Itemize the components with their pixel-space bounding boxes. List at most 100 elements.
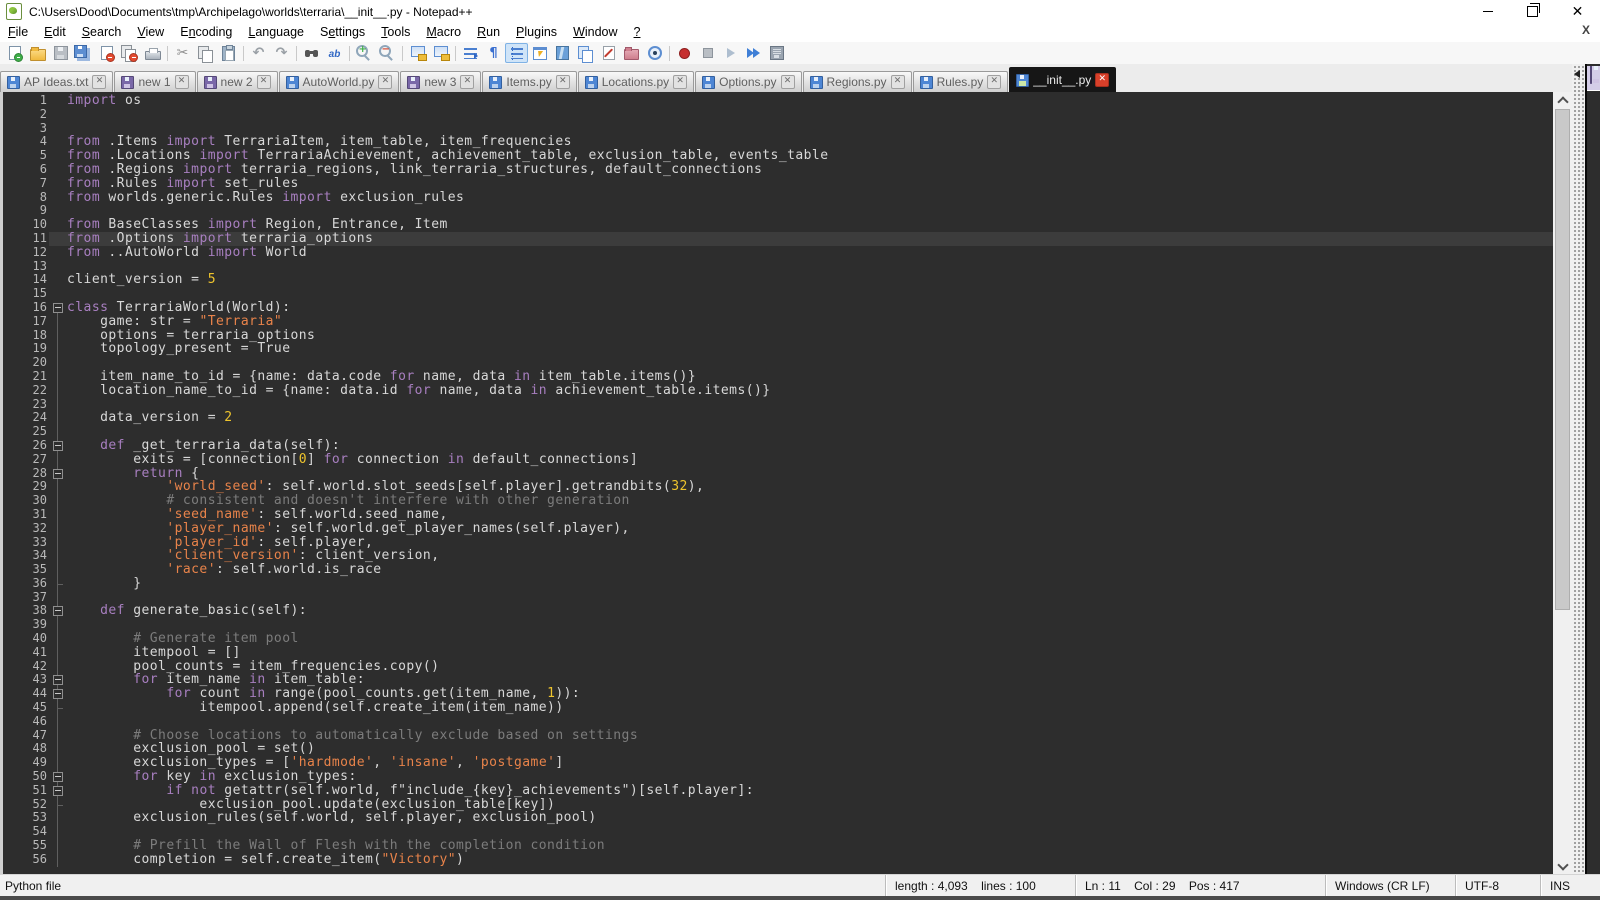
document-map-button[interactable]	[551, 43, 574, 63]
code-line[interactable]: 9	[3, 204, 1553, 218]
code-line[interactable]: 3	[3, 122, 1553, 136]
word-wrap-button[interactable]	[459, 43, 482, 63]
fold-collapse-icon[interactable]	[53, 772, 63, 782]
replace-button[interactable]	[323, 43, 346, 63]
cut-button[interactable]	[171, 43, 194, 63]
code-line[interactable]: 4from .Items import TerrariaItem, item_t…	[3, 135, 1553, 149]
code-line[interactable]: 38 def generate_basic(self):	[3, 604, 1553, 618]
code-line[interactable]: 18 options = terraria_options	[3, 329, 1553, 343]
show-indent-guide-button[interactable]	[505, 43, 528, 63]
tab-close-icon[interactable]: ✕	[556, 75, 570, 89]
tab-rules-py[interactable]: Rules.py✕	[913, 71, 1009, 92]
code-line[interactable]: 6from .Regions import terraria_regions, …	[3, 163, 1553, 177]
show-all-characters-button[interactable]	[482, 43, 505, 63]
fold-margin[interactable]	[49, 439, 67, 453]
fold-collapse-icon[interactable]	[53, 689, 63, 699]
minimize-button[interactable]	[1465, 0, 1510, 23]
code-line[interactable]: 5from .Locations import TerrariaAchievem…	[3, 149, 1553, 163]
menu-item-?[interactable]: ?	[626, 23, 649, 42]
menu-item-plugins[interactable]: Plugins	[508, 23, 565, 42]
close-file-button[interactable]	[95, 43, 118, 63]
scroll-down-icon[interactable]	[1553, 858, 1572, 875]
code-line[interactable]: 21 item_name_to_id = {name: data.code fo…	[3, 370, 1553, 384]
code-line[interactable]: 2	[3, 108, 1553, 122]
view-splitter[interactable]	[1572, 64, 1585, 896]
code-line[interactable]: 25	[3, 425, 1553, 439]
tab-new-3[interactable]: new 3✕	[400, 71, 481, 92]
close-button[interactable]: ✕	[1555, 0, 1600, 23]
code-line[interactable]: 47 # Choose locations to automatically e…	[3, 729, 1553, 743]
code-line[interactable]: 52 exclusion_pool.update(exclusion_table…	[3, 798, 1553, 812]
code-line[interactable]: 48 exclusion_pool = set()	[3, 742, 1553, 756]
tab-close-icon[interactable]: ✕	[378, 75, 392, 89]
fold-collapse-icon[interactable]	[53, 303, 63, 313]
code-line[interactable]: 8from worlds.generic.Rules import exclus…	[3, 191, 1553, 205]
save-all-button[interactable]	[72, 43, 95, 63]
fold-margin[interactable]	[49, 301, 67, 315]
copy-button[interactable]	[194, 43, 217, 63]
fold-margin[interactable]	[49, 673, 67, 687]
code-line[interactable]: 55 # Prefill the Wall of Flesh with the …	[3, 839, 1553, 853]
code-line[interactable]: 17 game: str = "Terraria"	[3, 315, 1553, 329]
sync-vertical-scroll-button[interactable]	[406, 43, 429, 63]
tab-close-icon[interactable]: ✕	[460, 75, 474, 89]
document-list-button[interactable]	[574, 43, 597, 63]
close-document-icon[interactable]: X	[1582, 23, 1590, 37]
undo-button[interactable]	[247, 43, 270, 63]
tab-regions-py[interactable]: Regions.py✕	[803, 71, 912, 92]
status-cursor-position[interactable]: Ln : 11 Col : 29 Pos : 417	[1075, 875, 1325, 896]
fold-collapse-icon[interactable]	[53, 786, 63, 796]
fold-margin[interactable]	[49, 784, 67, 798]
editor[interactable]: 1import os2 3 4from .Items import Terrar…	[0, 92, 1553, 875]
tab-ap-ideas-txt[interactable]: AP Ideas.txt✕	[0, 71, 113, 92]
tab-close-icon[interactable]: ✕	[673, 75, 687, 89]
status-eol-format[interactable]: Windows (CR LF)	[1325, 875, 1455, 896]
print-button[interactable]	[141, 43, 164, 63]
fold-margin[interactable]	[49, 467, 67, 481]
tab-new-2[interactable]: new 2✕	[197, 71, 278, 92]
code-line[interactable]: 29 'world_seed': self.world.slot_seeds[s…	[3, 480, 1553, 494]
menu-item-window[interactable]: Window	[565, 23, 625, 42]
find-button[interactable]	[300, 43, 323, 63]
code-line[interactable]: 44 for count in range(pool_counts.get(it…	[3, 687, 1553, 701]
fold-collapse-icon[interactable]	[53, 675, 63, 685]
splitter-collapse-left-icon[interactable]	[1574, 70, 1580, 78]
fold-collapse-icon[interactable]	[53, 469, 63, 479]
code-line[interactable]: 36 }	[3, 577, 1553, 591]
fold-margin[interactable]	[49, 604, 67, 618]
zoom-in-button[interactable]	[353, 43, 376, 63]
tab-close-icon[interactable]: ✕	[987, 75, 1001, 89]
code-line[interactable]: 7from .Rules import set_rules	[3, 177, 1553, 191]
document-edit-button[interactable]	[597, 43, 620, 63]
run-macro-multiple-button[interactable]	[742, 43, 765, 63]
code-line[interactable]: 31 'seed_name': self.world.seed_name,	[3, 508, 1553, 522]
record-macro-button[interactable]	[673, 43, 696, 63]
stop-macro-button[interactable]	[696, 43, 719, 63]
function-list-button[interactable]	[528, 43, 551, 63]
sync-horizontal-scroll-button[interactable]	[429, 43, 452, 63]
restore-button[interactable]	[1510, 0, 1555, 23]
vertical-scrollbar[interactable]	[1553, 92, 1572, 875]
menu-item-run[interactable]: Run	[469, 23, 508, 42]
save-macro-button[interactable]	[765, 43, 788, 63]
save-file-button[interactable]	[49, 43, 72, 63]
fold-margin[interactable]	[49, 687, 67, 701]
menu-item-settings[interactable]: Settings	[312, 23, 373, 42]
code-line[interactable]: 13	[3, 260, 1553, 274]
close-all-button[interactable]	[118, 43, 141, 63]
open-file-button[interactable]	[26, 43, 49, 63]
code-line[interactable]: 37	[3, 591, 1553, 605]
status-insert-mode[interactable]: INS	[1540, 875, 1600, 896]
menu-item-language[interactable]: Language	[240, 23, 312, 42]
code-line[interactable]: 54	[3, 825, 1553, 839]
status-encoding[interactable]: UTF-8	[1455, 875, 1540, 896]
code-line[interactable]: 51 if not getattr(self.world, f"include_…	[3, 784, 1553, 798]
code-line[interactable]: 43 for item_name in item_table:	[3, 673, 1553, 687]
code-line[interactable]: 50 for key in exclusion_types:	[3, 770, 1553, 784]
code-line[interactable]: 41 itempool = []	[3, 646, 1553, 660]
redo-button[interactable]	[270, 43, 293, 63]
tab-close-icon[interactable]: ✕	[891, 75, 905, 89]
code-line[interactable]: 56 completion = self.create_item("Victor…	[3, 853, 1553, 867]
menu-item-view[interactable]: View	[129, 23, 172, 42]
menu-item-edit[interactable]: Edit	[36, 23, 74, 42]
